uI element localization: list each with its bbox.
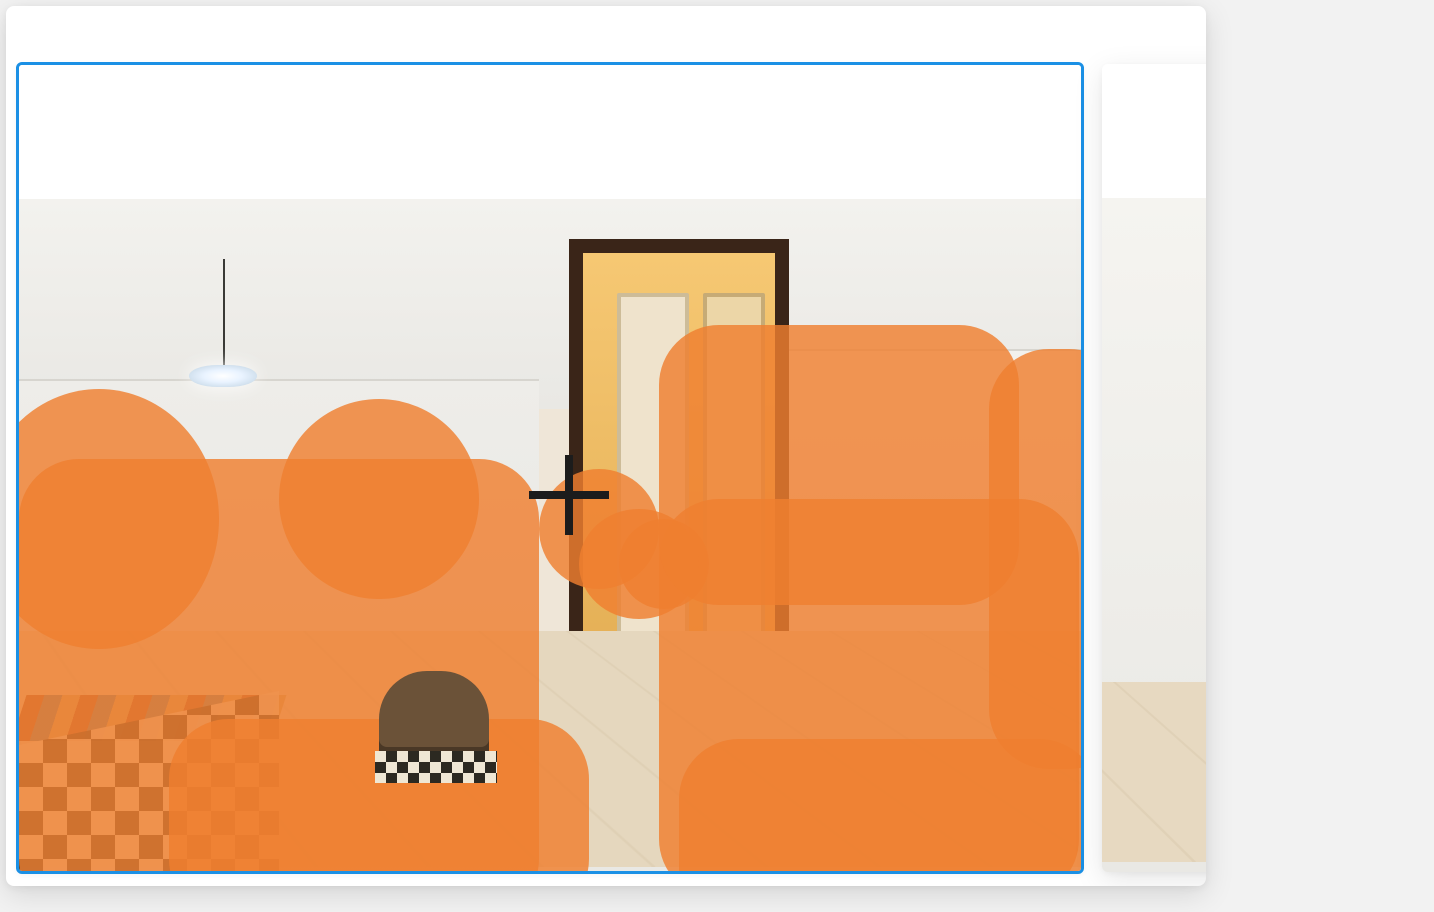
- image-canvas[interactable]: [19, 199, 1081, 871]
- image-canvas[interactable]: [1102, 198, 1206, 872]
- pendant-lamp: [189, 365, 257, 387]
- next-image-card[interactable]: [1102, 64, 1206, 872]
- card-header-blank: [1102, 64, 1206, 198]
- editor-viewport: [6, 6, 1206, 886]
- selected-image-card[interactable]: [16, 62, 1084, 874]
- room-floor: [1102, 682, 1206, 862]
- card-header-blank: [19, 65, 1081, 199]
- lamp-cable: [223, 259, 225, 369]
